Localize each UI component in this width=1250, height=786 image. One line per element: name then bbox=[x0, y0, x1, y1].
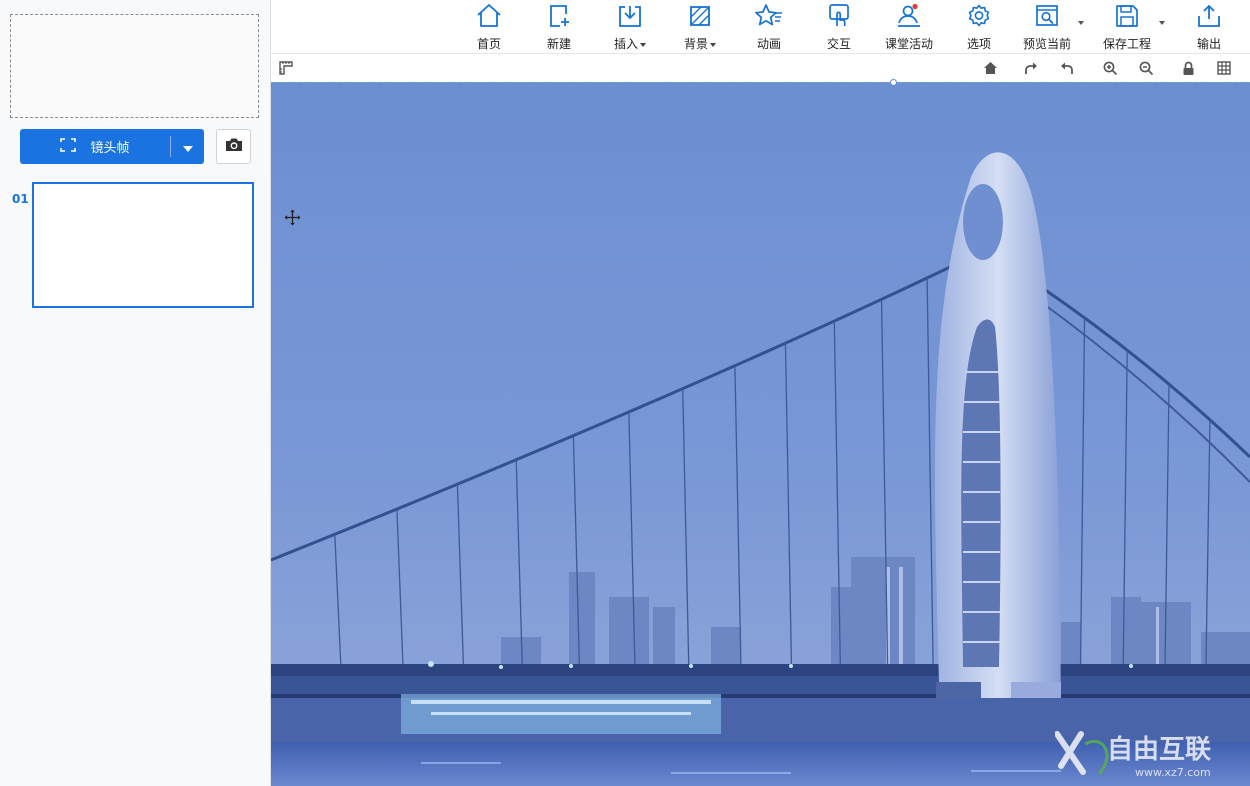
toolbar-insert-label: 插入 bbox=[613, 37, 638, 51]
classroom-activity-icon bbox=[895, 0, 923, 33]
frame-preview-area[interactable] bbox=[10, 14, 259, 118]
toolbar-classroom-activity[interactable]: 课堂活动 bbox=[881, 0, 937, 53]
toolbar-background[interactable]: 背景 bbox=[677, 0, 723, 53]
home-view-icon[interactable] bbox=[981, 59, 999, 77]
toolbar-home-label: 首页 bbox=[476, 37, 501, 51]
toolbar-options-label: 选项 bbox=[966, 37, 991, 51]
toolbar-home[interactable]: 首页 bbox=[469, 0, 509, 53]
canvas-tools-bar bbox=[271, 54, 1250, 81]
background-caret-icon bbox=[710, 42, 716, 47]
toolbar-export-label: 输出 bbox=[1196, 37, 1221, 51]
toolbar-preview-current[interactable]: 预览当前 bbox=[1019, 0, 1075, 53]
lock-icon[interactable] bbox=[1179, 59, 1197, 77]
toolbar-insert-label-wrap: 插入 bbox=[614, 35, 646, 52]
toolbar-classroom-activity-label: 课堂活动 bbox=[884, 37, 933, 51]
selection-rotate-handle[interactable] bbox=[890, 79, 897, 86]
frame-panel: 镜头帧 01 bbox=[0, 0, 271, 786]
toolbar-export[interactable]: 输出 bbox=[1189, 0, 1229, 53]
animation-icon bbox=[754, 0, 784, 33]
editing-canvas[interactable] bbox=[271, 82, 1250, 786]
toolbar-new[interactable]: 新建 bbox=[539, 0, 579, 53]
lens-frame-dropdown[interactable] bbox=[171, 129, 204, 164]
undo-icon[interactable] bbox=[1058, 59, 1076, 77]
toolbar-insert[interactable]: 插入 bbox=[607, 0, 653, 53]
toolbar-animation[interactable]: 动画 bbox=[749, 0, 789, 53]
new-page-icon bbox=[545, 0, 573, 33]
insert-caret-icon bbox=[640, 42, 646, 47]
toolbar-new-label: 新建 bbox=[546, 37, 571, 51]
bridge-background-image bbox=[271, 82, 1250, 786]
chevron-down-icon bbox=[182, 137, 193, 156]
zoom-in-icon[interactable] bbox=[1101, 59, 1119, 77]
snapshot-button[interactable] bbox=[216, 129, 251, 164]
move-cursor-icon bbox=[284, 209, 301, 226]
toolbar-background-label: 背景 bbox=[683, 37, 708, 51]
slide-number: 01 bbox=[12, 192, 29, 206]
preview-dropdown-caret[interactable] bbox=[1078, 21, 1084, 25]
interaction-icon bbox=[825, 0, 853, 33]
insert-icon bbox=[616, 0, 644, 33]
background-icon bbox=[686, 0, 714, 33]
frame-corners-icon bbox=[60, 137, 77, 156]
site-watermark: 自由互联 www.xz7.com bbox=[1054, 726, 1245, 782]
home-icon bbox=[475, 0, 503, 33]
main-toolbar: 首页 新建 插入 背景 动画 交互 课堂活动 选项 预览当前 保存工程 输出 bbox=[271, 0, 1250, 54]
camera-icon bbox=[225, 137, 243, 156]
watermark-brand: 自由互联 bbox=[1107, 734, 1211, 765]
watermark-logo: 自由互联 www.xz7.com bbox=[1054, 731, 1211, 779]
toolbar-save-project-label: 保存工程 bbox=[1102, 37, 1151, 51]
watermark-url: www.xz7.com bbox=[1135, 766, 1211, 779]
lens-frame-button[interactable]: 镜头帧 bbox=[20, 129, 204, 164]
toolbar-preview-current-label: 预览当前 bbox=[1022, 37, 1071, 51]
grid-icon[interactable] bbox=[1215, 59, 1233, 77]
toolbar-options[interactable]: 选项 bbox=[959, 0, 999, 53]
export-icon bbox=[1195, 0, 1223, 33]
toolbar-interaction[interactable]: 交互 bbox=[819, 0, 859, 53]
options-gear-icon bbox=[965, 0, 993, 33]
save-dropdown-caret[interactable] bbox=[1159, 21, 1165, 25]
toolbar-background-label-wrap: 背景 bbox=[684, 35, 716, 52]
lens-frame-label: 镜头帧 bbox=[90, 141, 130, 156]
toolbar-interaction-label: 交互 bbox=[826, 37, 851, 51]
slide-thumbnail[interactable] bbox=[32, 182, 254, 308]
redo-icon[interactable] bbox=[1022, 59, 1040, 77]
save-icon bbox=[1113, 0, 1141, 33]
selection-border bbox=[271, 82, 1250, 83]
zoom-out-icon[interactable] bbox=[1137, 59, 1155, 77]
toolbar-save-project[interactable]: 保存工程 bbox=[1099, 0, 1155, 53]
ruler-icon[interactable] bbox=[277, 59, 295, 77]
toolbar-animation-label: 动画 bbox=[756, 37, 781, 51]
lens-frame-main[interactable]: 镜头帧 bbox=[20, 129, 170, 164]
preview-icon bbox=[1033, 0, 1061, 33]
